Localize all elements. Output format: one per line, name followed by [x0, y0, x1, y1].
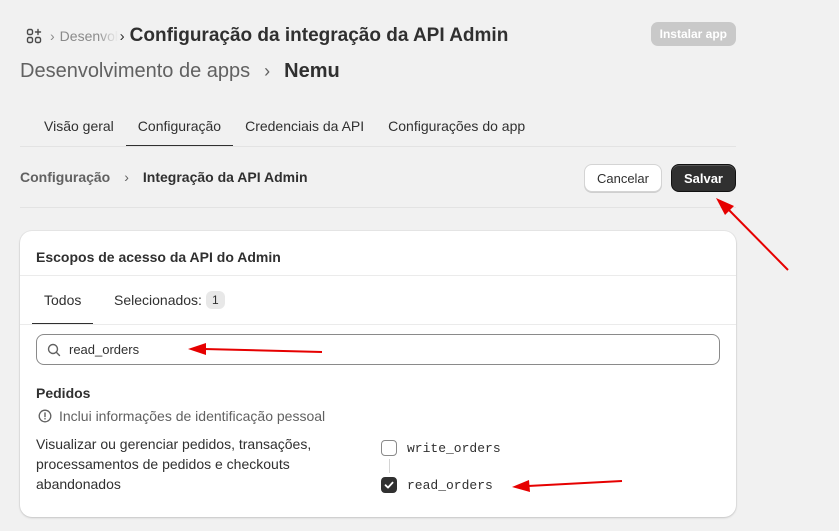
- divider: [20, 324, 736, 325]
- page-title: Configuração da integração da API Admin: [129, 25, 509, 46]
- chevron-right-icon: ›: [50, 28, 55, 44]
- tab-app-settings[interactable]: Configurações do app: [376, 105, 537, 147]
- checkmark-icon: [384, 481, 394, 489]
- main-tabs: Visão geral Configuração Credenciais da …: [32, 105, 537, 147]
- info-icon: [38, 409, 52, 423]
- tab-selected[interactable]: Selecionados: 1: [114, 275, 225, 325]
- scope-description: Visualizar ou gerenciar pedidos, transaç…: [36, 436, 312, 492]
- top-bar: › Desenvolvimento de apps › Configuração…: [20, 22, 736, 50]
- scopes-card: Escopos de acesso da API do Admin Todos …: [20, 231, 736, 517]
- pii-notice: Inclui informações de identificação pess…: [38, 408, 325, 424]
- search-icon: [47, 343, 61, 356]
- app-heading: Desenvolvimento de apps › Nemu: [20, 60, 340, 83]
- save-button[interactable]: Salvar: [670, 164, 736, 192]
- section-title: Integração da API Admin: [142, 169, 308, 185]
- card-title: Escopos de acesso da API do Admin: [36, 249, 281, 265]
- scope-read-orders[interactable]: read_orders: [381, 477, 493, 493]
- tab-selected-label: Selecionados:: [114, 292, 202, 308]
- install-app-button[interactable]: Instalar app: [650, 22, 736, 46]
- app-name: Nemu: [284, 60, 340, 82]
- scope-search-field[interactable]: [36, 334, 720, 365]
- tab-overview[interactable]: Visão geral: [32, 105, 126, 147]
- selected-count-badge: 1: [205, 291, 225, 309]
- heading-parent-link[interactable]: Desenvolvimento de apps: [20, 60, 250, 83]
- chevron-right-icon: ›: [124, 169, 129, 185]
- chevron-right-icon: ›: [119, 27, 125, 45]
- search-input[interactable]: [69, 342, 669, 357]
- divider: [20, 207, 736, 208]
- breadcrumb-configuration[interactable]: Configuração: [20, 169, 110, 185]
- scope-connector: [389, 459, 390, 473]
- pii-notice-text: Inclui informações de identificação pess…: [59, 408, 326, 424]
- scope-label: read_orders: [407, 477, 493, 493]
- tab-api-credentials[interactable]: Credenciais da API: [233, 105, 376, 147]
- breadcrumb-parent[interactable]: Desenvolvimento de apps: [60, 28, 118, 44]
- chevron-right-icon: ›: [264, 61, 271, 81]
- divider: [20, 146, 736, 147]
- apps-icon[interactable]: [26, 28, 42, 44]
- scope-group-title: Pedidos: [36, 385, 91, 401]
- tab-all[interactable]: Todos: [32, 275, 94, 325]
- scope-label: write_orders: [407, 440, 501, 456]
- checkbox[interactable]: [381, 440, 397, 456]
- cancel-button[interactable]: Cancelar: [583, 164, 662, 192]
- sub-header: Configuração › Integração da API Admin C…: [20, 163, 736, 192]
- scope-write-orders[interactable]: write_orders: [381, 440, 501, 456]
- checkbox[interactable]: [381, 477, 397, 493]
- tab-configuration[interactable]: Configuração: [125, 105, 234, 147]
